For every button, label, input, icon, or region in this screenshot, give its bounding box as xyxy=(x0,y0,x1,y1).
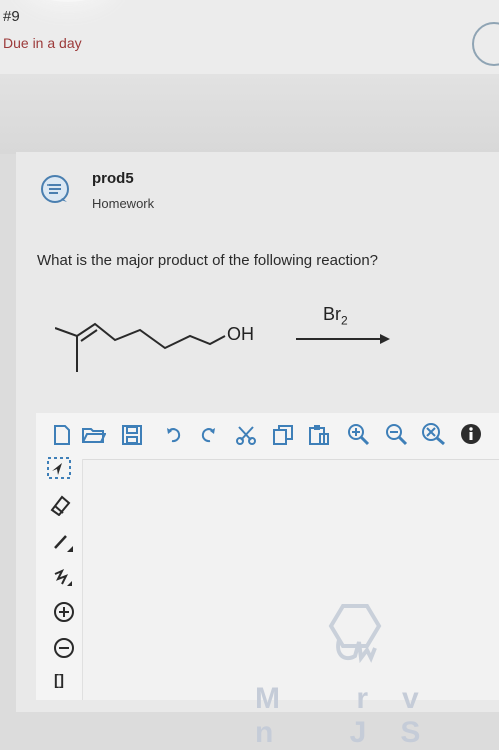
reagent-subscript: 2 xyxy=(341,313,348,328)
editor-watermark-text: M rv n JS xyxy=(255,682,455,749)
zoom-reset-icon[interactable] xyxy=(420,422,446,446)
cut-icon[interactable] xyxy=(236,425,256,445)
paste-icon[interactable] xyxy=(308,424,330,446)
bond-icon[interactable] xyxy=(52,532,74,554)
question-title: prod5 xyxy=(92,170,134,187)
zoom-out-icon[interactable] xyxy=(384,422,408,446)
reactant-structure: OH xyxy=(54,300,275,385)
due-date-text: Due in a day xyxy=(3,35,82,51)
header-band xyxy=(0,74,499,154)
chain-icon[interactable] xyxy=(52,568,74,588)
hydroxyl-label: OH xyxy=(227,324,254,344)
new-document-icon[interactable] xyxy=(52,425,72,445)
reagent-symbol: Br xyxy=(323,304,341,324)
charge-plus-icon[interactable] xyxy=(53,601,75,623)
assignment-number: #9 xyxy=(3,8,20,25)
back-button[interactable] xyxy=(472,22,499,66)
question-prompt: What is the major product of the followi… xyxy=(37,252,379,269)
question-subtitle: Homework xyxy=(92,196,155,211)
select-icon[interactable] xyxy=(44,455,74,481)
zoom-in-icon[interactable] xyxy=(346,422,370,446)
save-icon[interactable] xyxy=(122,425,142,445)
question-type-icon xyxy=(40,174,70,204)
open-folder-icon[interactable] xyxy=(82,426,106,444)
info-icon[interactable] xyxy=(460,423,482,445)
top-bar: #9 Due in a day xyxy=(0,0,499,74)
charge-minus-icon[interactable] xyxy=(53,637,75,659)
redo-icon[interactable] xyxy=(198,427,216,443)
light-glare xyxy=(28,0,108,2)
copy-icon[interactable] xyxy=(272,424,294,446)
eraser-icon[interactable] xyxy=(48,494,72,516)
undo-icon[interactable] xyxy=(166,427,184,443)
reagent-label: Br2 xyxy=(323,304,348,328)
editor-logo-icon xyxy=(315,600,395,685)
bracket-icon[interactable]: [] xyxy=(54,672,64,689)
reaction-arrow xyxy=(296,332,391,351)
